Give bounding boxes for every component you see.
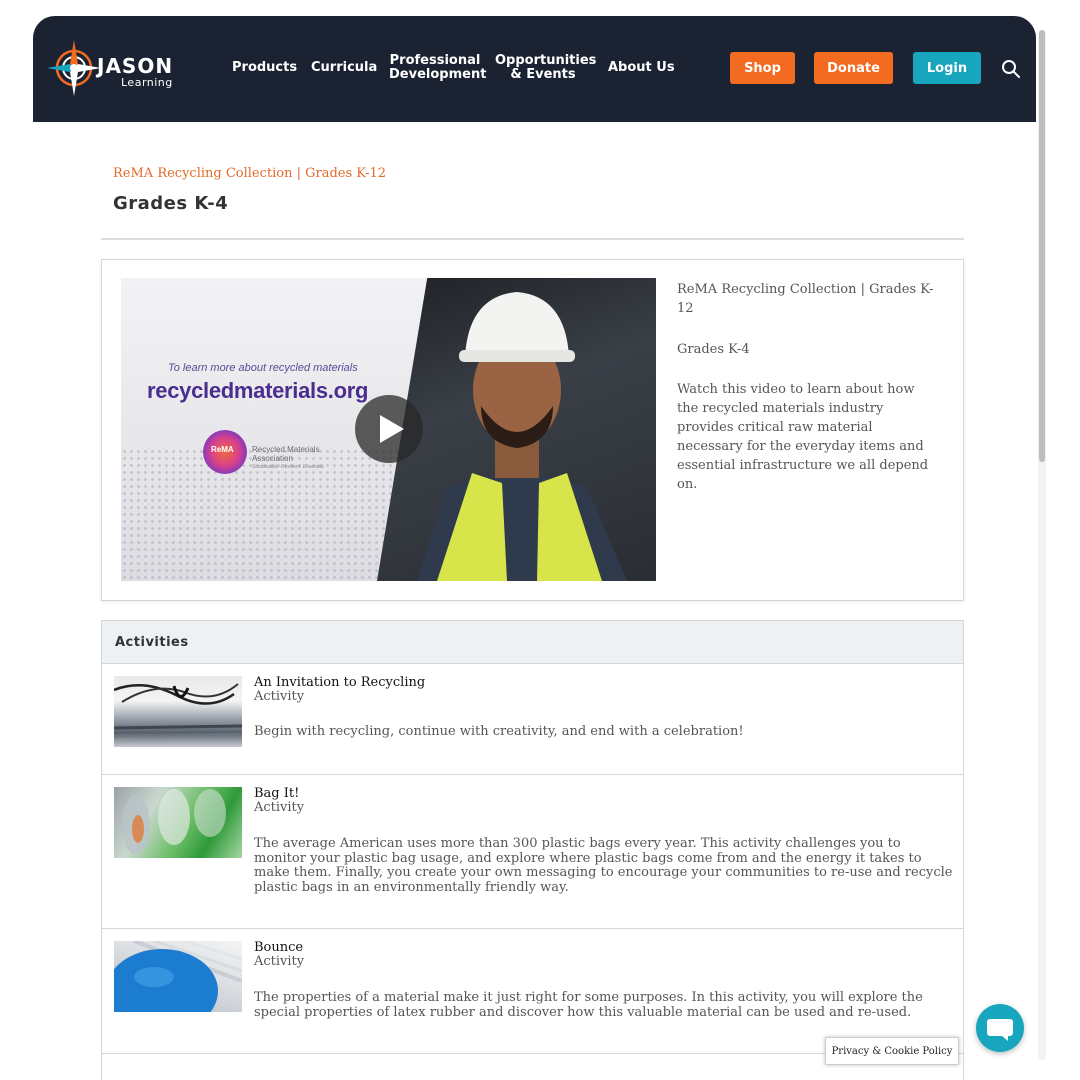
- activities-panel: Activities An Invitation to Recycling Ac…: [101, 620, 964, 1080]
- video-grade: Grades K-4: [677, 342, 750, 357]
- video-overlay-small: To learn more about recycled materials: [168, 362, 358, 374]
- video-org-name: Recycled Materials Association: [252, 445, 320, 463]
- breadcrumb[interactable]: ReMA Recycling Collection | Grades K-12: [113, 166, 386, 181]
- activity-description: The average American uses more than 300 …: [254, 836, 953, 895]
- activity-type: Activity: [254, 800, 305, 815]
- activity-type: Activity: [254, 689, 305, 704]
- balloon-illustration: [114, 941, 242, 1012]
- chat-button[interactable]: [976, 1004, 1024, 1052]
- plastic-bottles-illustration: [122, 789, 226, 855]
- top-nav: JASON Learning Products Curricula Profes…: [33, 16, 1036, 122]
- activity-thumbnail[interactable]: [114, 676, 242, 747]
- nav-curricula[interactable]: Curricula: [311, 61, 377, 75]
- nav-products[interactable]: Products: [232, 61, 297, 75]
- privacy-cookie-policy-button[interactable]: Privacy & Cookie Policy: [825, 1037, 959, 1065]
- header-divider: [101, 238, 964, 240]
- activity-type: Activity: [254, 954, 305, 969]
- nav-opportunities-events[interactable]: Opportunities & Events: [495, 54, 596, 82]
- activity-title[interactable]: An Invitation to Recycling: [254, 675, 425, 690]
- login-button[interactable]: Login: [913, 52, 981, 84]
- activity-item[interactable]: An Invitation to Recycling Activity Begi…: [102, 664, 963, 775]
- activity-thumbnail[interactable]: [114, 941, 242, 1012]
- logo-subtitle: Learning: [121, 76, 173, 89]
- activity-description: The properties of a material make it jus…: [254, 990, 923, 1020]
- chat-bubble-icon: [987, 1019, 1013, 1041]
- jason-learning-logo[interactable]: JASON Learning: [47, 40, 187, 96]
- twine-illustration: [114, 683, 242, 737]
- scrollbar-thumb[interactable]: [1039, 30, 1045, 462]
- activity-thumbnail[interactable]: [114, 787, 242, 858]
- activity-title[interactable]: Bounce: [254, 940, 303, 955]
- video-overlay-url: recycledmaterials.org: [147, 378, 369, 403]
- activity-description: Begin with recycling, continue with crea…: [254, 724, 744, 739]
- activities-heading: Activities: [102, 621, 963, 664]
- donate-button[interactable]: Donate: [814, 52, 893, 84]
- rema-logo-text: ReMA: [211, 445, 234, 454]
- activity-item[interactable]: Bag It! Activity The average American us…: [102, 775, 963, 929]
- page-frame: JASON Learning Products Curricula Profes…: [33, 16, 1036, 1080]
- activity-title[interactable]: Bag It!: [254, 786, 299, 801]
- page-title: Grades K-4: [113, 193, 229, 214]
- video-player[interactable]: To learn more about recycled materials r…: [121, 278, 656, 581]
- logo-wordmark: JASON: [97, 54, 174, 78]
- search-icon[interactable]: [1001, 59, 1021, 79]
- compass-logo-icon: [47, 40, 101, 96]
- nav-professional-development[interactable]: Professional Development: [389, 54, 486, 82]
- nav-about-us[interactable]: About Us: [608, 61, 675, 75]
- video-org-tagline: Sustainable. Resilient. Essential.: [252, 464, 325, 470]
- video-card: To learn more about recycled materials r…: [101, 259, 964, 601]
- video-collection: ReMA Recycling Collection | Grades K-12: [677, 282, 934, 316]
- shop-button[interactable]: Shop: [730, 52, 795, 84]
- play-button[interactable]: [355, 395, 423, 463]
- video-description: Watch this video to learn about how the …: [677, 382, 929, 492]
- activity-item[interactable]: Bounce Activity The properties of a mate…: [102, 929, 963, 1054]
